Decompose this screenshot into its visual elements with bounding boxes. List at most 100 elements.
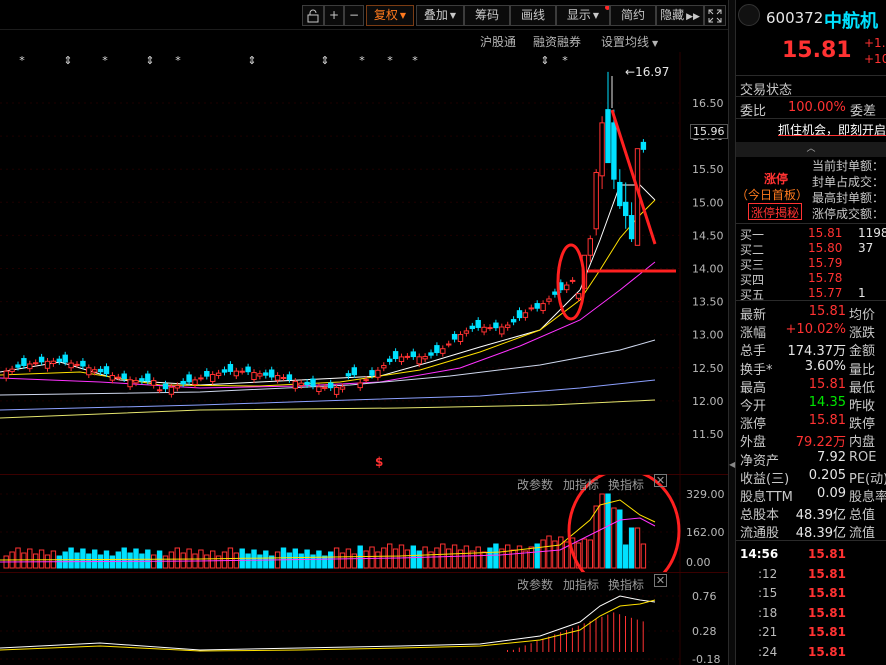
change-value: +1. [864, 36, 886, 50]
candle-body [381, 365, 387, 369]
volume-bar [86, 553, 92, 569]
promo-link[interactable]: 抓住机会，即刻开启 [778, 121, 886, 138]
stat-row: 总手 174.37万 金额 [740, 340, 886, 360]
bid-row[interactable]: 买三 15.79 [740, 256, 886, 272]
volume-bar [593, 505, 599, 569]
stat-label-2: 跌停 [849, 417, 876, 433]
candle-body [640, 141, 647, 150]
volume-bar [528, 546, 534, 569]
hsgt-link[interactable]: 沪股通 [480, 33, 516, 50]
bid-row[interactable]: 买二 15.80 37 [740, 241, 886, 257]
stat-label: 最高 [740, 380, 767, 396]
volume-bar [463, 545, 470, 569]
stat-row: 换手* 3.60% 量比 [740, 359, 886, 378]
event-markers: * ⇕ * ⇕ * ⇕ ⇕ * * * ⇕ * [19, 54, 568, 67]
bid-row[interactable]: 买五 15.77 1 [740, 286, 886, 302]
event-marker: * [175, 54, 181, 67]
stat-label: 总股本 [740, 508, 780, 524]
volume-bar [80, 548, 86, 569]
simple-mode-button[interactable]: 简约 [610, 5, 656, 26]
ind-close-icon[interactable]: ✕ [654, 574, 667, 587]
ind-edit-params-link[interactable]: 改参数 [517, 576, 553, 593]
candle-body [186, 374, 192, 383]
candle-body [499, 326, 505, 335]
stat-value: 0.09 [817, 486, 846, 501]
weibi-label: 委比 [740, 104, 767, 119]
stat-row: 总股本 48.39亿 总值 [740, 504, 886, 524]
stock-chart-app: + − 复权 ▼ 叠加 ▼ 筹码 画线 显示 ▼ 简约 隐藏 ▶▶ 沪股通 融资融券 设… [0, 0, 886, 665]
candle-body [369, 370, 375, 376]
vol-add-indicator-link[interactable]: 加指标 [563, 476, 599, 493]
zoom-out-button[interactable]: − [344, 5, 364, 26]
indicator-tick-label: 0.28 [692, 625, 717, 638]
stock-name: 中航机 [824, 11, 878, 32]
event-marker: ⇕ [145, 54, 154, 67]
panel-divider-handle[interactable]: ◀ [728, 0, 736, 665]
overlay-dropdown[interactable]: 叠加 ▼ [416, 5, 464, 26]
bid-row[interactable]: 买一 15.81 1198 [740, 226, 886, 242]
price-tick-label: 12.50 [692, 362, 724, 375]
stat-value: 79.22万 [795, 435, 846, 451]
candle-body [168, 386, 175, 395]
limit-up-reveal-button[interactable]: 涨停揭秘 [748, 203, 803, 220]
volume-bar [180, 552, 186, 569]
chips-button[interactable]: 筹码 [464, 5, 510, 26]
vol-switch-indicator-link[interactable]: 换指标 [608, 476, 644, 493]
ind-add-indicator-link[interactable]: 加指标 [563, 576, 599, 593]
candle-body [3, 370, 9, 379]
candle-body [127, 379, 133, 388]
volume-bar [215, 555, 222, 569]
dividend-marker[interactable]: $ [375, 455, 383, 469]
vol-close-icon[interactable]: ✕ [654, 474, 667, 487]
stat-label-2: 昨收 [849, 399, 876, 414]
candle-body [339, 386, 346, 390]
ind-switch-indicator-link[interactable]: 换指标 [608, 576, 644, 593]
volume-tick-label: 162.00 [686, 526, 725, 539]
candle-body [398, 356, 405, 363]
stat-label: 换手* [740, 362, 773, 378]
candle-body [599, 122, 605, 177]
stat-label-2: 流值 [849, 526, 876, 542]
kline-chart[interactable]: *⇕*⇕*⇕⇕***⇕* 16.5016.0015.5015.0014.5014… [0, 52, 728, 474]
candle-body [440, 348, 446, 354]
stat-label-2: 总值 [849, 508, 876, 524]
ma-settings-dropdown[interactable]: 设置均线 ▼ [601, 33, 658, 50]
candle-body [210, 374, 216, 382]
bid-row[interactable]: 买四 15.78 [740, 271, 886, 287]
indicator-bars [507, 612, 644, 652]
stat-label-2: 股息率 [849, 490, 886, 505]
draw-line-button[interactable]: 画线 [510, 5, 556, 26]
lock-button[interactable] [302, 5, 324, 26]
tick-price: 15.81 [808, 547, 846, 561]
stat-value: +10.02% [785, 322, 846, 338]
volume-bar [221, 551, 228, 569]
candle-body [92, 369, 98, 373]
hide-panel-button[interactable]: 隐藏 ▶▶ [656, 5, 704, 26]
expand-icon [708, 9, 722, 23]
candle-body [292, 380, 299, 389]
stock-logo [738, 4, 760, 26]
candle-body [475, 319, 481, 328]
collapse-toggle[interactable]: ︿ [736, 142, 886, 157]
volume-bar [245, 553, 251, 569]
tick-row: :21 15.81 [740, 625, 886, 642]
candle-body [221, 369, 228, 373]
display-dropdown[interactable]: 显示 ▼ [556, 5, 610, 26]
candle-body [227, 363, 234, 372]
volume-bar [404, 549, 411, 569]
event-marker: ⇕ [63, 54, 72, 67]
fuquan-dropdown[interactable]: 复权 ▼ [366, 5, 414, 26]
zoom-in-button[interactable]: + [324, 5, 344, 26]
stat-label: 外盘 [740, 435, 767, 451]
margin-trading-link[interactable]: 融资融券 [533, 33, 581, 50]
stat-row: 涨停 15.81 跌停 [740, 413, 886, 433]
vol-edit-params-link[interactable]: 改参数 [517, 476, 553, 493]
expand-button[interactable] [704, 5, 726, 26]
candle-body [233, 370, 240, 377]
price-axis: 16.5016.0015.5015.0014.5014.0013.5013.00… [692, 97, 724, 441]
candle-body [487, 327, 493, 330]
stat-label-2: 金额 [849, 344, 876, 360]
candle-body [162, 383, 169, 390]
price-tick-label: 13.00 [692, 329, 724, 342]
volume-bar [546, 535, 552, 569]
